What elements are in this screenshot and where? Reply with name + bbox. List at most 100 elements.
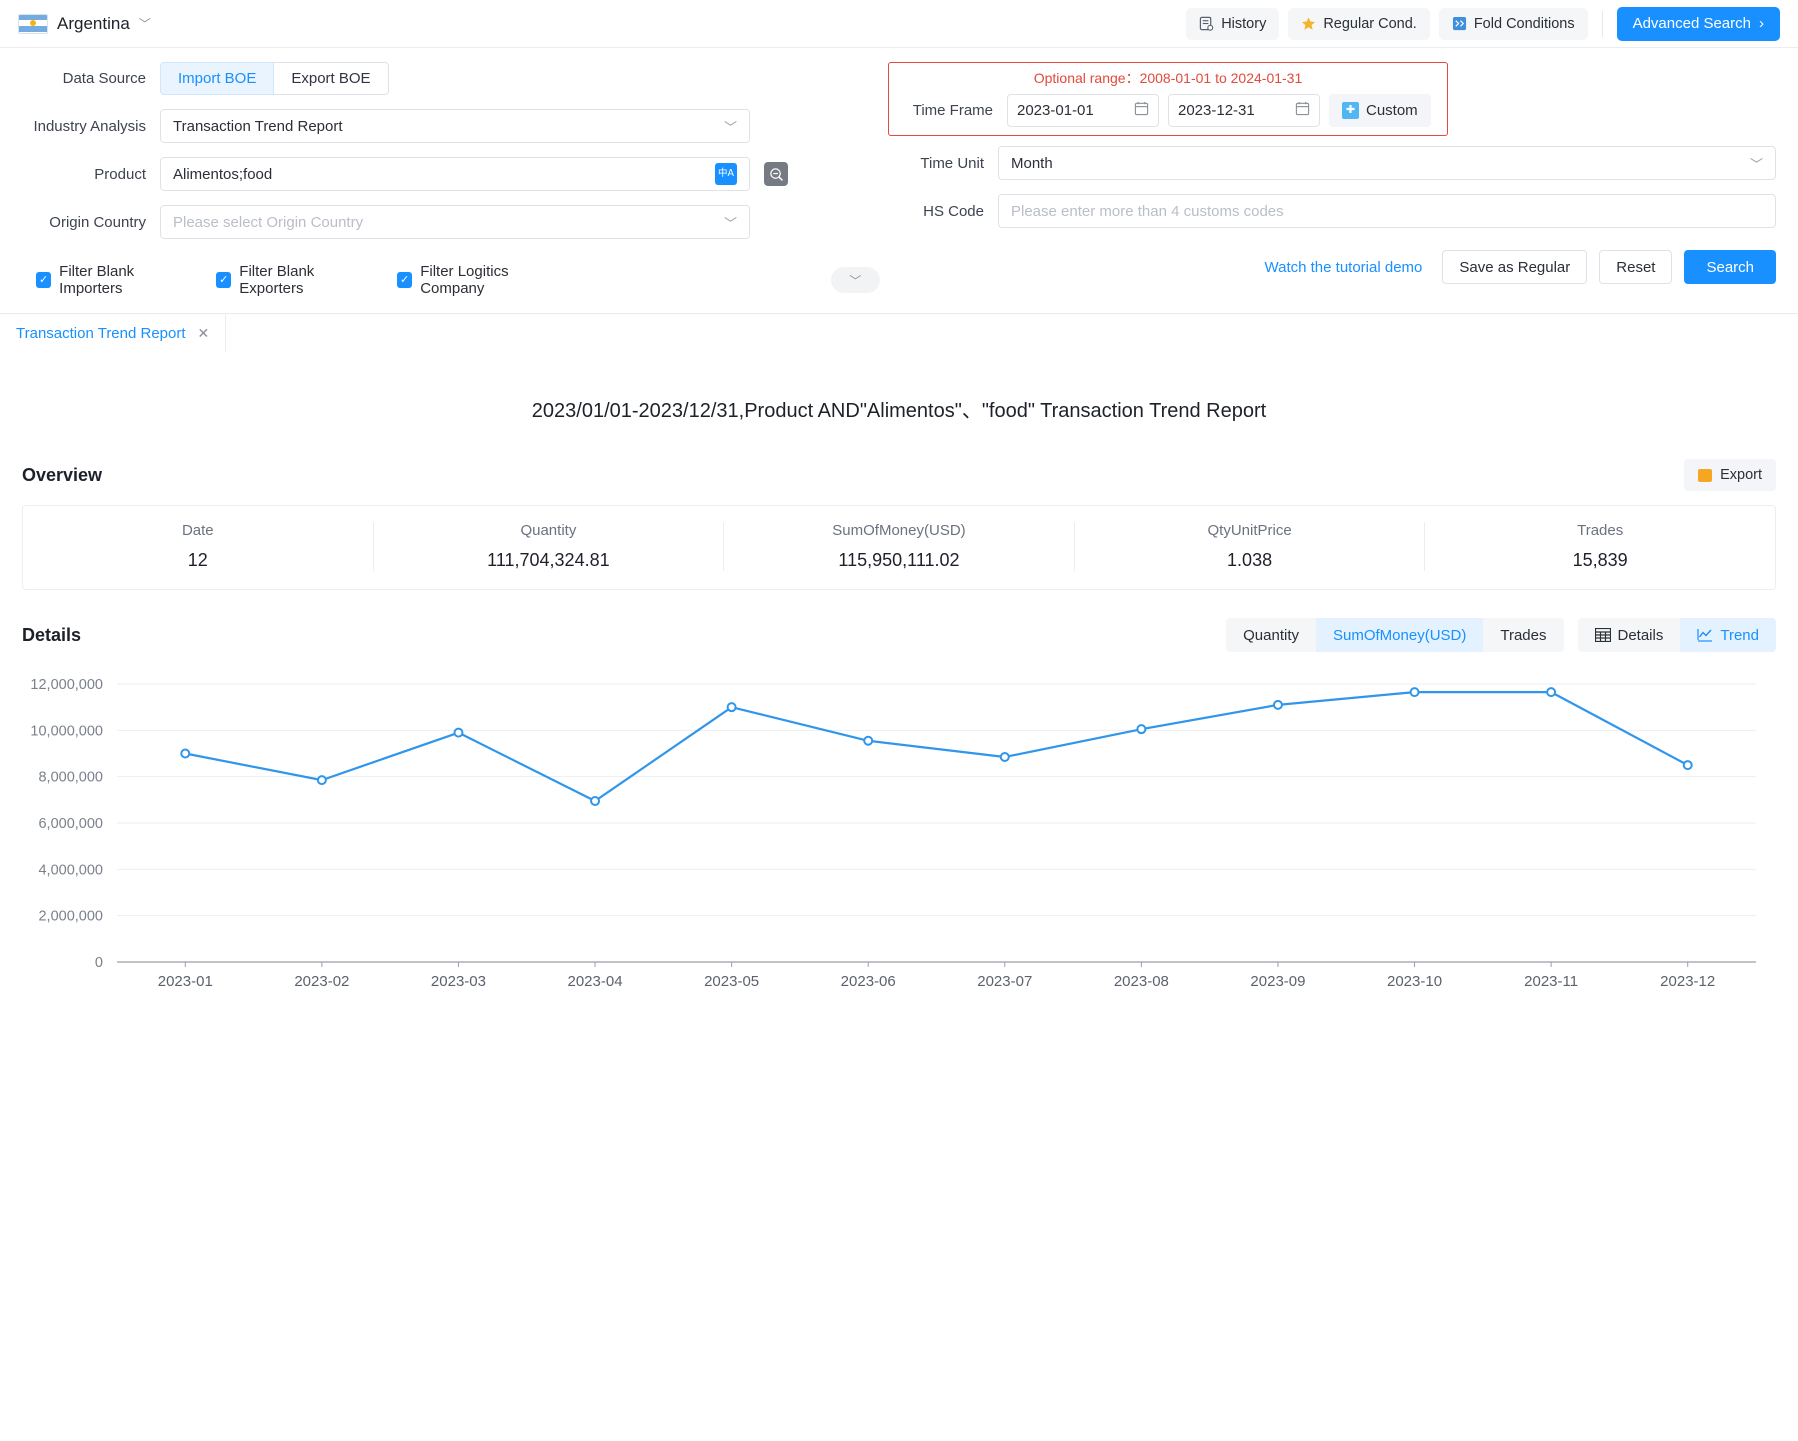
overview-stat-quantity: Quantity 111,704,324.81: [374, 522, 725, 571]
x-axis-tick-label: 2023-03: [431, 973, 486, 990]
industry-analysis-field: Industry Analysis Transaction Trend Repo…: [0, 109, 880, 143]
start-date-input[interactable]: 2023-01-01: [1007, 94, 1159, 127]
origin-country-select[interactable]: Please select Origin Country ﹀: [160, 205, 750, 239]
tutorial-link[interactable]: Watch the tutorial demo: [1265, 259, 1423, 276]
chart-data-point[interactable]: [1137, 725, 1145, 733]
reset-button[interactable]: Reset: [1599, 250, 1672, 284]
time-unit-select[interactable]: Month ﹀: [998, 146, 1776, 180]
tab-details-view-label: Details: [1618, 627, 1664, 644]
industry-analysis-select[interactable]: Transaction Trend Report ﹀: [160, 109, 750, 143]
x-axis-tick-label: 2023-07: [977, 973, 1032, 990]
chart-data-point[interactable]: [864, 737, 872, 745]
x-axis-tick-label: 2023-04: [568, 973, 623, 990]
check-icon: ✓: [397, 272, 412, 288]
fold-conditions-button[interactable]: Fold Conditions: [1439, 8, 1588, 40]
export-icon: [1698, 469, 1712, 482]
chart-data-point[interactable]: [728, 703, 736, 711]
chart-data-point[interactable]: [591, 797, 599, 805]
report-tab-bar: Transaction Trend Report ✕: [0, 314, 1798, 352]
y-axis-tick-label: 10,000,000: [30, 723, 103, 739]
filter-blank-importers-checkbox[interactable]: ✓ Filter Blank Importers: [36, 263, 194, 297]
x-axis-tick-label: 2023-05: [704, 973, 759, 990]
x-axis-tick-label: 2023-06: [841, 973, 896, 990]
x-axis-tick-label: 2023-08: [1114, 973, 1169, 990]
tab-sumofmoney[interactable]: SumOfMoney(USD): [1316, 618, 1483, 652]
product-field: Product Alimentos;food 中A: [0, 157, 880, 191]
filter-blank-exporters-checkbox[interactable]: ✓ Filter Blank Exporters: [216, 263, 375, 297]
tab-trend-view[interactable]: Trend: [1680, 618, 1776, 652]
chart-series-line: [185, 692, 1687, 801]
translate-icon[interactable]: 中A: [715, 163, 737, 185]
start-date-value: 2023-01-01: [1017, 102, 1094, 119]
filter-blank-exporters-label: Filter Blank Exporters: [239, 263, 375, 297]
fold-icon: [1452, 16, 1467, 31]
x-axis-tick-label: 2023-09: [1250, 973, 1305, 990]
chart-data-point[interactable]: [1001, 753, 1009, 761]
chart-data-point[interactable]: [1684, 761, 1692, 769]
chevron-right-icon: ›: [1759, 15, 1764, 32]
regular-cond-button[interactable]: Regular Cond.: [1288, 8, 1430, 40]
custom-range-button[interactable]: ✚ Custom: [1329, 94, 1431, 127]
product-input[interactable]: Alimentos;food 中A: [160, 157, 750, 191]
chart-data-point[interactable]: [318, 776, 326, 784]
advanced-search-label: Advanced Search: [1633, 15, 1751, 32]
regular-cond-label: Regular Cond.: [1323, 16, 1417, 32]
chevron-down-icon: ﹀: [724, 117, 737, 136]
history-label: History: [1221, 16, 1266, 32]
product-label: Product: [0, 166, 160, 183]
zoom-out-search-icon[interactable]: [764, 162, 788, 186]
toolbar-divider: [1602, 11, 1603, 37]
tab-quantity[interactable]: Quantity: [1226, 618, 1316, 652]
export-button[interactable]: Export: [1684, 459, 1776, 491]
close-icon[interactable]: ✕: [198, 325, 210, 342]
stat-label: Trades: [1425, 522, 1775, 539]
advanced-search-button[interactable]: Advanced Search ›: [1617, 7, 1780, 41]
chart-data-point[interactable]: [1411, 688, 1419, 696]
stat-label: Date: [23, 522, 373, 539]
data-source-option-export[interactable]: Export BOE: [274, 62, 388, 95]
search-right-column: Optional range：2008-01-01 to 2024-01-31 …: [880, 62, 1776, 297]
hs-code-input[interactable]: Please enter more than 4 customs codes: [998, 194, 1776, 228]
y-axis-tick-label: 8,000,000: [38, 770, 103, 786]
data-source-option-import[interactable]: Import BOE: [160, 62, 274, 95]
history-button[interactable]: History: [1186, 8, 1279, 40]
overview-stat-trades: Trades 15,839: [1425, 522, 1775, 571]
chart-data-point[interactable]: [454, 729, 462, 737]
chart-data-point[interactable]: [1547, 688, 1555, 696]
search-left-column: Data Source Import BOE Export BOE Indust…: [0, 62, 880, 297]
stat-value: 12: [23, 550, 373, 571]
save-as-regular-button[interactable]: Save as Regular: [1442, 250, 1587, 284]
star-icon: [1301, 16, 1316, 31]
origin-country-placeholder: Please select Origin Country: [173, 214, 363, 231]
hs-code-field: HS Code Please enter more than 4 customs…: [888, 194, 1776, 228]
stat-label: Quantity: [374, 522, 724, 539]
overview-title: Overview: [22, 465, 102, 486]
search-button[interactable]: Search: [1684, 250, 1776, 284]
y-axis-tick-label: 12,000,000: [30, 677, 103, 693]
filter-logistics-company-checkbox[interactable]: ✓ Filter Logitics Company: [397, 263, 569, 297]
collapse-panel-button[interactable]: ﹀: [831, 267, 880, 293]
tab-details-view[interactable]: Details: [1578, 618, 1681, 652]
details-header: Details Quantity SumOfMoney(USD) Trades …: [22, 618, 1776, 652]
y-axis-tick-label: 4,000,000: [38, 862, 103, 878]
stat-value: 1.038: [1075, 550, 1425, 571]
top-bar: Argentina ﹀ History Regular Cond. Fold C…: [0, 0, 1798, 48]
search-panel: Data Source Import BOE Export BOE Indust…: [0, 48, 1798, 314]
country-selector[interactable]: Argentina ﹀: [18, 14, 151, 34]
tab-trades[interactable]: Trades: [1483, 618, 1563, 652]
calendar-icon: [1295, 101, 1310, 120]
filter-blank-importers-label: Filter Blank Importers: [59, 263, 194, 297]
top-bar-actions: History Regular Cond. Fold Conditions Ad…: [1186, 7, 1780, 41]
tab-transaction-trend-report[interactable]: Transaction Trend Report ✕: [0, 314, 226, 352]
tab-label: Transaction Trend Report: [16, 325, 186, 342]
custom-grid-icon: ✚: [1342, 102, 1359, 119]
data-source-segmented[interactable]: Import BOE Export BOE: [160, 62, 880, 95]
y-axis-tick-label: 2,000,000: [38, 909, 103, 925]
chart-data-point[interactable]: [1274, 701, 1282, 709]
chevron-down-icon: ﹀: [724, 213, 737, 232]
chart-data-point[interactable]: [181, 750, 189, 758]
table-icon: [1595, 628, 1611, 642]
end-date-input[interactable]: 2023-12-31: [1168, 94, 1320, 127]
report-body: 2023/01/01-2023/12/31,Product AND"Alimen…: [0, 352, 1798, 1441]
trend-chart: 02,000,0004,000,0006,000,0008,000,00010,…: [22, 674, 1776, 1004]
